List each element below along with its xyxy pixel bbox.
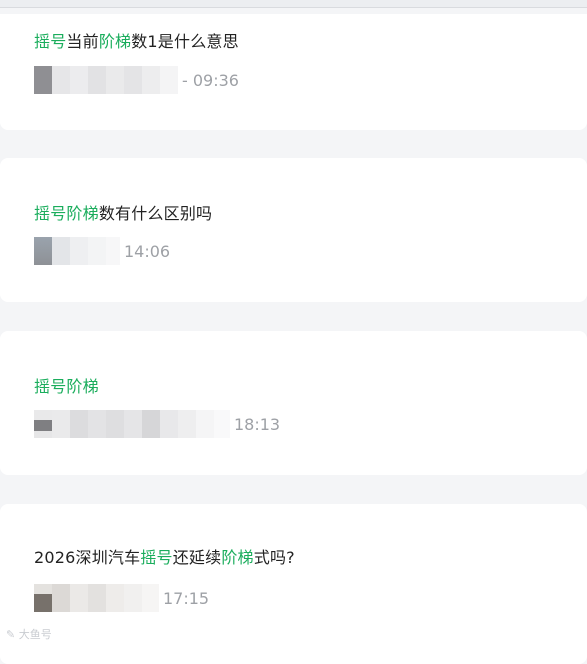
blurred-username: [34, 584, 159, 612]
keyword-highlight: 阶梯: [221, 548, 254, 567]
question-meta: 14:06: [34, 237, 170, 265]
title-text: 式吗?: [253, 548, 295, 567]
question-meta: 17:15: [34, 584, 209, 612]
keyword-highlight: 阶梯: [98, 32, 132, 51]
question-title[interactable]: 摇号阶梯数有什么区别吗: [34, 200, 212, 224]
title-text: 还延续: [172, 548, 222, 567]
question-title[interactable]: 2026深圳汽车摇号还延续阶梯式吗?: [34, 544, 295, 568]
question-card[interactable]: 摇号阶梯 18:13: [0, 331, 587, 475]
keyword-highlight: 摇号阶梯: [34, 377, 99, 396]
question-card[interactable]: 2026深圳汽车摇号还延续阶梯式吗? 17:15: [0, 504, 587, 664]
watermark-text: 大鱼号: [18, 628, 52, 641]
question-title[interactable]: 摇号阶梯: [34, 373, 99, 397]
question-card[interactable]: 摇号阶梯数有什么区别吗 14:06: [0, 158, 587, 302]
title-text: 数有什么区别吗: [98, 204, 213, 223]
blurred-username: [34, 410, 230, 438]
watermark-logo-icon: ✎: [6, 628, 16, 641]
keyword-highlight: 摇号: [34, 32, 67, 51]
title-text: 数1是什么意思: [131, 32, 239, 51]
question-meta: 18:13: [34, 410, 280, 438]
title-text: 当前: [66, 32, 99, 51]
post-time: 18:13: [234, 414, 281, 434]
blurred-username: [34, 66, 178, 94]
blurred-username: [34, 237, 120, 265]
keyword-highlight: 摇号阶梯: [34, 204, 99, 223]
question-title[interactable]: 摇号当前阶梯数1是什么意思: [34, 28, 239, 52]
watermark: ✎ 大鱼号: [6, 626, 52, 642]
top-divider: [0, 0, 587, 8]
post-time: 17:15: [163, 588, 210, 608]
post-time: - 09:36: [182, 70, 239, 90]
question-card[interactable]: 摇号当前阶梯数1是什么意思 - 09:36: [0, 14, 587, 130]
post-time: 14:06: [124, 241, 171, 261]
question-meta: - 09:36: [34, 66, 239, 94]
keyword-highlight: 摇号: [140, 548, 173, 567]
title-text: 2026深圳汽车: [34, 548, 141, 567]
